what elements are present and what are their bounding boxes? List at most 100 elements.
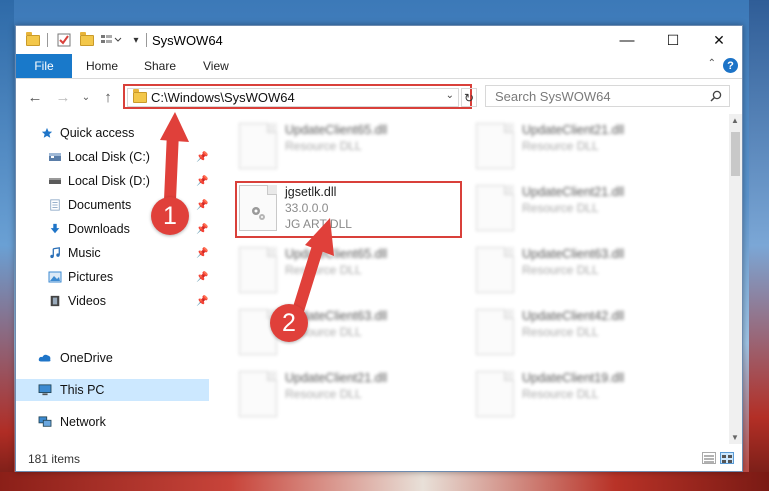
desktop-background-left (0, 0, 14, 491)
sidebar-item-label: Quick access (60, 126, 135, 140)
sidebar-item-local-disk-c[interactable]: Local Disk (C:) 📌 (16, 146, 209, 168)
tab-home[interactable]: Home (86, 54, 118, 78)
file-name: UpdateClient65.dll (285, 123, 388, 137)
collapse-ribbon-icon[interactable]: ⌃ (708, 58, 716, 69)
navigation-bar: ← → ⌄ ↑ C:\Windows\SysWOW64 ⌄ ↻ Search S… (16, 80, 742, 114)
scroll-up-icon[interactable]: ▲ (731, 116, 739, 125)
sidebar-item-videos[interactable]: Videos 📌 (16, 290, 209, 312)
sidebar-item-label: Downloads (68, 222, 130, 236)
sidebar-item-label: OneDrive (60, 351, 113, 365)
sidebar-item-network[interactable]: Network (16, 411, 209, 433)
file-item[interactable]: UpdateClient42.dll Resource DLL (476, 305, 706, 363)
sidebar-item-pictures[interactable]: Pictures 📌 (16, 266, 209, 288)
address-bar[interactable]: C:\Windows\SysWOW64 ⌄ (127, 88, 459, 107)
file-description: Resource DLL (285, 387, 362, 401)
file-name: UpdateClient21.dll (522, 185, 625, 199)
file-item[interactable]: UpdateClient21.dll Resource DLL (476, 119, 706, 177)
star-icon (41, 127, 53, 138)
quick-access-folder-icon[interactable] (24, 31, 42, 48)
tiles-view-icon[interactable] (720, 452, 734, 464)
pin-icon: 📌 (196, 151, 209, 163)
computer-icon (38, 384, 52, 396)
dll-file-icon (476, 123, 514, 169)
maximize-button[interactable]: ☐ (650, 26, 696, 54)
quick-access-dropdown-icon[interactable]: ▾ (130, 32, 142, 48)
file-highlight-box (235, 181, 462, 238)
file-name: UpdateClient21.dll (522, 123, 625, 137)
file-item[interactable]: UpdateClient21.dll Resource DLL (239, 367, 469, 425)
search-box[interactable]: Search SysWOW64 (485, 85, 730, 107)
dll-file-icon (239, 371, 277, 417)
file-item[interactable]: UpdateClient63.dll Resource DLL (476, 243, 706, 301)
scrollbar-thumb[interactable] (731, 132, 740, 176)
dll-file-icon (476, 371, 514, 417)
title-bar: ▾ SysWOW64 — ☐ ✕ (16, 26, 742, 54)
tab-share[interactable]: Share (144, 54, 176, 78)
file-name: UpdateClient21.dll (285, 371, 388, 385)
sidebar-item-label: Pictures (68, 270, 114, 284)
search-input[interactable]: Search SysWOW64 (495, 89, 611, 104)
tab-file[interactable]: File (16, 54, 72, 78)
sidebar-item-quick-access[interactable]: Quick access (16, 122, 209, 144)
cloud-icon (38, 354, 51, 362)
sidebar-item-label: Videos (68, 294, 106, 308)
file-description: Resource DLL (522, 387, 599, 401)
download-arrow-icon (50, 223, 60, 234)
new-folder-icon[interactable] (78, 31, 96, 48)
back-button[interactable]: ← (26, 88, 44, 106)
up-button[interactable]: ↑ (99, 88, 117, 106)
file-item[interactable]: UpdateClient21.dll Resource DLL (476, 181, 706, 239)
pin-icon: 📌 (196, 271, 209, 283)
pin-icon: 📌 (196, 199, 209, 211)
pin-icon: 📌 (196, 247, 209, 259)
desktop-background-right (749, 0, 769, 491)
file-item[interactable]: UpdateClient65.dll Resource DLL (239, 119, 469, 177)
forward-button[interactable]: → (54, 88, 72, 106)
sidebar-item-this-pc[interactable]: This PC (16, 379, 209, 401)
address-path[interactable]: C:\Windows\SysWOW64 (151, 90, 295, 105)
dll-file-icon (239, 247, 277, 293)
callout-badge-one: 1 (151, 197, 189, 235)
pin-icon: 📌 (196, 295, 209, 307)
status-bar: 181 items (16, 446, 742, 471)
sidebar-item-label: Local Disk (D:) (68, 174, 150, 188)
pictures-icon (48, 271, 62, 283)
sidebar-item-label: Music (68, 246, 101, 260)
toolbar-separator (47, 33, 48, 47)
navigation-pane: Quick access Local Disk (C:) 📌 Local Dis… (16, 114, 221, 444)
address-bar-highlight: C:\Windows\SysWOW64 ⌄ ↻ (123, 84, 477, 109)
sidebar-item-onedrive[interactable]: OneDrive (16, 347, 209, 369)
file-name: UpdateClient19.dll (522, 371, 625, 385)
file-item[interactable]: UpdateClient65.dll Resource DLL (239, 243, 469, 301)
close-button[interactable]: ✕ (696, 26, 742, 54)
pin-icon: 📌 (196, 223, 209, 235)
file-list: UpdateClient65.dll Resource DLL jgsetlk.… (221, 114, 729, 444)
help-icon[interactable]: ? (723, 58, 738, 73)
properties-check-icon[interactable] (55, 32, 73, 48)
documents-icon (50, 199, 60, 211)
file-item[interactable]: UpdateClient19.dll Resource DLL (476, 367, 706, 425)
scroll-down-icon[interactable]: ▼ (731, 433, 739, 442)
dll-file-icon (476, 247, 514, 293)
file-description: Resource DLL (285, 139, 362, 153)
sidebar-item-label: Network (60, 415, 106, 429)
dll-file-icon (476, 309, 514, 355)
search-icon[interactable] (710, 90, 722, 102)
ribbon-tab-bar: File Home Share View ⌃ ? (16, 54, 742, 79)
network-icon (38, 416, 52, 427)
refresh-button[interactable]: ↻ (461, 88, 477, 107)
minimize-button[interactable]: — (604, 26, 650, 54)
file-name: UpdateClient42.dll (522, 309, 625, 323)
file-description: Resource DLL (522, 263, 599, 277)
drive-icon (49, 153, 61, 161)
address-dropdown-icon[interactable]: ⌄ (446, 90, 454, 101)
tab-view[interactable]: View (203, 54, 229, 78)
sidebar-item-local-disk-d[interactable]: Local Disk (D:) 📌 (16, 170, 209, 192)
callout-badge-two: 2 (270, 304, 308, 342)
details-view-icon[interactable] (702, 452, 716, 464)
customize-toolbar-icon[interactable] (100, 32, 126, 48)
vertical-scrollbar[interactable]: ▲ ▼ (729, 114, 742, 444)
sidebar-item-music[interactable]: Music 📌 (16, 242, 209, 264)
recent-locations-dropdown-icon[interactable]: ⌄ (77, 88, 95, 106)
pin-icon: 📌 (196, 175, 209, 187)
